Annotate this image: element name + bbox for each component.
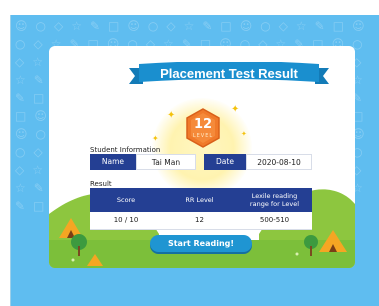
start-reading-button[interactable]: Start Reading! [150, 235, 252, 252]
sparkle-icon: ✦ [152, 134, 159, 143]
score-value: 10 / 10 [90, 212, 162, 230]
result-label: Result [90, 180, 112, 188]
lexile-value: 500-510 [237, 212, 312, 230]
name-value: Tai Man [136, 154, 196, 170]
result-card: Placement Test Result ✦ ✦ ✦ ✦ 12 LEVEL S… [49, 46, 355, 268]
level-number: 12 [193, 117, 213, 132]
title-banner: Placement Test Result [129, 62, 329, 86]
level-caption: LEVEL [192, 133, 214, 139]
score-header: Score [90, 188, 162, 212]
student-info-label: Student Information [90, 146, 161, 154]
sparkle-icon: ✦ [231, 104, 240, 115]
rr-level-value: 12 [162, 212, 237, 230]
rr-level-header: RR Level [162, 188, 237, 212]
top-strip [0, 0, 379, 15]
sparkle-icon: ✦ [241, 130, 247, 138]
lexile-header: Lexile reading range for Level [237, 188, 312, 212]
page-title: Placement Test Result [160, 66, 298, 81]
sparkle-icon: ✦ [167, 110, 176, 121]
name-label: Name [90, 154, 136, 170]
date-label: Date [204, 154, 246, 170]
date-value: 2020-08-10 [246, 154, 312, 170]
app-frame: ☺○◇☆✎□☺○◇☆✎□☺○◇☆✎□☺○◇☆✎□☺○◇☆✎□☺○◇☆✎□☺○◇☆… [0, 0, 379, 306]
